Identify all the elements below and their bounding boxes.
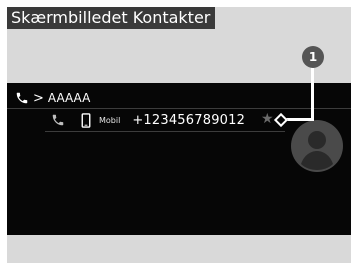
contact-avatar-icon <box>291 120 343 172</box>
callout-leader-vertical <box>311 66 314 121</box>
phone-icon <box>16 92 28 104</box>
header-divider <box>7 108 351 109</box>
mobile-phone-icon <box>81 112 91 128</box>
star-icon[interactable]: ★ <box>261 111 274 127</box>
callout-badge: 1 <box>302 46 324 68</box>
breadcrumb-chevron: > <box>33 90 44 106</box>
figure-title: Skærmbilledet Kontakter <box>7 7 216 29</box>
row-divider <box>45 131 285 132</box>
phone-number: +123456789012 <box>132 112 246 128</box>
number-type-label: Mobil <box>99 115 121 125</box>
phone-icon <box>52 114 64 126</box>
contact-name: AAAAA <box>47 91 91 105</box>
phone-number-row[interactable]: Mobil +123456789012 ★ <box>45 110 310 130</box>
breadcrumb[interactable]: > AAAAA <box>15 89 90 107</box>
